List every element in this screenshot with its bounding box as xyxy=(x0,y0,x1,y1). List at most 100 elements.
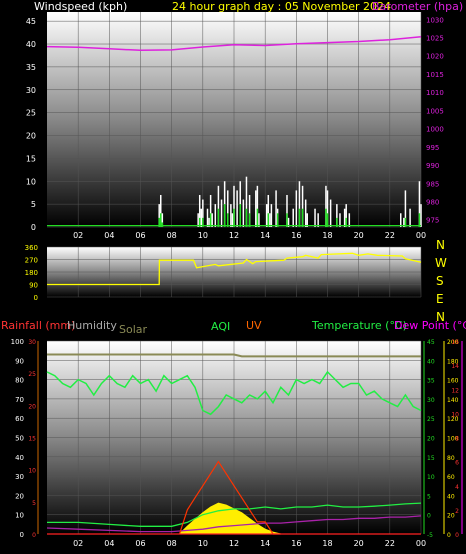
rainfall-tick-label: 0 xyxy=(32,532,36,539)
direction-tick-label: 270 xyxy=(25,257,38,265)
barometer-tick-labels: 975 980 985 990 995 1000 1005 1010 1015 1020 1025 1… xyxy=(426,16,444,224)
temperature-tick-label: 0 xyxy=(427,513,431,520)
windspeed-tick-label: 45 xyxy=(26,17,36,26)
rainfall-tick-label: 10 xyxy=(28,468,36,475)
barometer-tick-label: 1025 xyxy=(426,35,444,43)
temperature-tick-label: 20 xyxy=(427,436,435,443)
temperature-tick-label: 5 xyxy=(427,493,431,500)
temperature-time-tick-label: 06 xyxy=(135,539,145,548)
barometer-tick-label: 1000 xyxy=(426,126,444,134)
temperature-time-tick-label: 04 xyxy=(104,539,114,548)
direction-tick-label: 0 xyxy=(34,294,38,302)
humidity-tick-label: 90 xyxy=(15,357,24,365)
temperature-time-tick-label: 16 xyxy=(291,539,301,548)
humidity-tick-label: 60 xyxy=(15,415,24,423)
windspeed-tick-label: 5 xyxy=(31,200,36,209)
dewpoint-tick-label: 10 xyxy=(451,411,459,418)
wind-time-tick-label: 04 xyxy=(104,231,114,240)
temperature-axis-label: Temperature (°C) xyxy=(311,319,407,332)
temperature-time-tick-label: 02 xyxy=(73,539,83,548)
temperature-tick-label: 45 xyxy=(427,339,435,346)
direction-tick-label: 180 xyxy=(25,269,38,277)
solar-tick-label: 20 xyxy=(447,513,455,520)
dewpoint-tick-label: 4 xyxy=(455,484,459,491)
rainfall-tick-label: 5 xyxy=(32,500,36,507)
barometer-tick-label: 1010 xyxy=(426,89,444,97)
humidity-tick-label: 40 xyxy=(15,454,24,462)
barometer-tick-label: 1015 xyxy=(426,71,444,79)
humidity-tick-label: 100 xyxy=(11,338,24,346)
humidity-tick-label: 50 xyxy=(15,435,24,443)
dewpoint-tick-label: 12 xyxy=(451,387,459,394)
humidity-tick-label: 30 xyxy=(15,473,24,481)
barometer-tick-label: 975 xyxy=(426,217,439,225)
wind-time-tick-label: 18 xyxy=(322,231,332,240)
temperature-time-tick-label: 22 xyxy=(385,539,395,548)
direction-tick-label: 360 xyxy=(25,244,38,252)
solar-tick-label: 80 xyxy=(447,455,455,462)
rainfall-tick-label: 25 xyxy=(28,371,36,378)
windspeed-tick-label: 0 xyxy=(31,223,36,232)
temperature-tick-label: 30 xyxy=(427,397,435,404)
temperature-tick-label: 10 xyxy=(427,474,435,481)
wind-time-tick-label: 20 xyxy=(354,231,364,240)
dewpoint-axis-label: Dew Point (°C) xyxy=(394,319,466,332)
temperature-tick-label: 15 xyxy=(427,455,435,462)
humidity-tick-label: 20 xyxy=(15,492,24,500)
humidity-tick-label: 0 xyxy=(20,531,24,539)
windspeed-tick-label: 30 xyxy=(26,86,36,95)
wind-time-tick-labels: 02 04 06 08 10 12 14 16 18 20 22 00 xyxy=(73,231,426,240)
barometer-tick-label: 990 xyxy=(426,162,439,170)
aqi-axis-label: AQI xyxy=(211,320,230,333)
barometer-tick-label: 980 xyxy=(426,198,439,206)
dewpoint-tick-label: 2 xyxy=(455,508,459,515)
temperature-tick-label: -5 xyxy=(427,532,433,539)
uv-axis-label: UV xyxy=(246,319,262,332)
temperature-tick-label: 35 xyxy=(427,378,435,385)
windspeed-axis-label: Windspeed (kph) xyxy=(34,0,127,13)
solar-tick-label: 160 xyxy=(447,378,459,385)
solar-tick-label: 40 xyxy=(447,493,455,500)
solar-tick-label: 140 xyxy=(447,397,459,404)
wind-time-tick-label: 06 xyxy=(135,231,145,240)
dewpoint-tick-label: 6 xyxy=(455,460,459,467)
windspeed-tick-label: 10 xyxy=(26,177,36,186)
rainfall-tick-label: 15 xyxy=(28,436,36,443)
temperature-time-tick-label: 08 xyxy=(167,539,177,548)
direction-label-w: W xyxy=(435,256,447,270)
temperature-time-tick-label: 00 xyxy=(416,539,426,548)
weather-graph: Windspeed (kph) 24 hour graph day : 05 N… xyxy=(1,0,466,548)
temperature-time-tick-label: 10 xyxy=(198,539,208,548)
dewpoint-tick-label: 14 xyxy=(451,363,459,370)
windspeed-tick-label: 25 xyxy=(26,109,36,118)
humidity-tick-label: 80 xyxy=(15,377,24,385)
humidity-axis-label: Humidity xyxy=(67,319,117,332)
windspeed-tick-labels: 0 5 10 15 20 25 30 35 40 45 xyxy=(26,17,36,232)
rainfall-axis-label: Rainfall (mm) xyxy=(1,319,75,332)
solar-tick-label: 60 xyxy=(447,474,455,481)
barometer-axis-label: Barometer (hpa) xyxy=(372,0,463,13)
humidity-tick-label: 70 xyxy=(15,396,24,404)
wind-time-tick-label: 16 xyxy=(291,231,301,240)
windspeed-tick-label: 15 xyxy=(26,154,36,163)
windspeed-tick-label: 20 xyxy=(26,132,36,141)
barometer-tick-label: 1005 xyxy=(426,107,444,115)
solar-axis-label: Solar xyxy=(119,323,148,336)
wind-time-tick-label: 10 xyxy=(198,231,208,240)
dewpoint-tick-label: 16 xyxy=(451,339,459,346)
rainfall-tick-label: 20 xyxy=(28,403,36,410)
wind-time-tick-label: 00 xyxy=(416,231,426,240)
barometer-tick-label: 985 xyxy=(426,180,439,188)
direction-tick-labels: 0 90 180 270 360 xyxy=(25,244,38,302)
dewpoint-tick-label: 0 xyxy=(455,532,459,539)
barometer-tick-label: 1020 xyxy=(426,53,444,61)
temperature-time-tick-label: 20 xyxy=(354,539,364,548)
solar-tick-label: 0 xyxy=(447,532,451,539)
windspeed-tick-label: 35 xyxy=(26,63,36,72)
wind-time-tick-label: 14 xyxy=(260,231,270,240)
wind-time-tick-label: 02 xyxy=(73,231,83,240)
windspeed-tick-label: 40 xyxy=(26,40,36,49)
barometer-tick-label: 995 xyxy=(426,144,439,152)
wind-time-tick-label: 22 xyxy=(385,231,395,240)
graph-title: 24 hour graph day : 05 November 2024 xyxy=(172,0,391,13)
